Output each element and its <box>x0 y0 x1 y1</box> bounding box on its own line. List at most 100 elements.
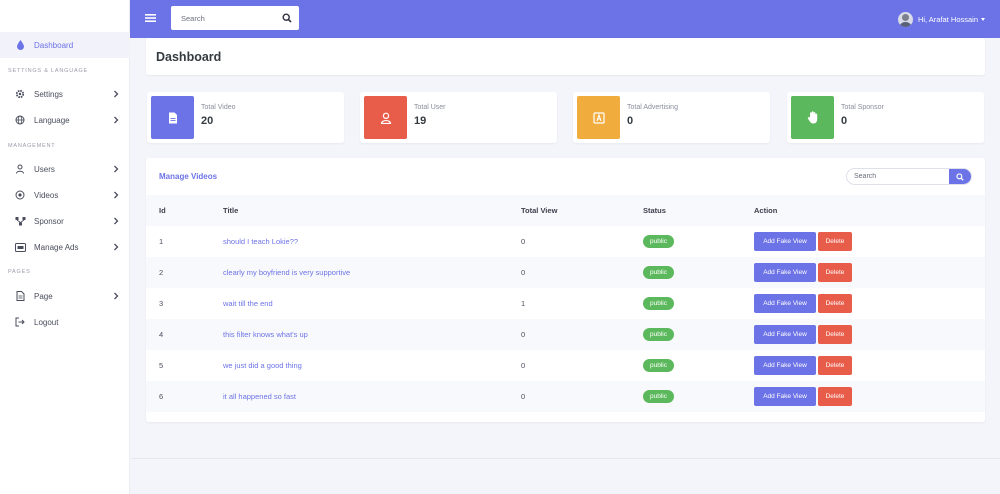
sidebar-section-settings: SETTINGS & LANGUAGE <box>8 68 88 74</box>
sidebar-item-label: Page <box>34 291 53 301</box>
sidebar-item-manage-ads[interactable]: Manage Ads <box>0 234 130 260</box>
hand-icon <box>807 111 817 124</box>
column-header: Status <box>643 206 666 215</box>
stat-label: Total User <box>414 104 446 111</box>
stat-icon-box <box>577 96 620 139</box>
stat-icon-box <box>791 96 834 139</box>
table-search-input[interactable] <box>847 169 947 184</box>
page-title: Dashboard <box>156 50 222 64</box>
sidebar-item-page[interactable]: Page <box>0 283 130 309</box>
add-fake-view-button[interactable]: Add Fake View <box>754 356 816 375</box>
user-icon <box>14 163 26 175</box>
sidebar-item-label: Dashboard <box>34 40 74 50</box>
cell-views: 0 <box>521 268 526 277</box>
topbar: Hi, Arafat Hossain <box>130 0 1000 38</box>
table-row: 4 this filter knows what's up 0 public A… <box>146 319 985 350</box>
stat-value: 0 <box>841 115 848 127</box>
search-icon[interactable] <box>282 13 292 23</box>
sidebar-item-dashboard[interactable]: Dashboard <box>0 32 130 58</box>
status-badge: public <box>643 266 674 279</box>
footer-divider <box>131 458 1000 459</box>
delete-button[interactable]: Delete <box>818 387 852 406</box>
cell-views: 0 <box>521 330 526 339</box>
table-search-button[interactable] <box>949 169 971 184</box>
sidebar-item-language[interactable]: Language <box>0 107 130 133</box>
stat-card-total-advertising: Total Advertising 0 <box>573 92 770 143</box>
table-row: 3 wait till the end 1 public Add Fake Vi… <box>146 288 985 319</box>
video-title-link[interactable]: it all happened so fast <box>223 392 296 401</box>
table-search-box <box>846 168 972 185</box>
video-title-link[interactable]: clearly my boyfriend is very supportive <box>223 268 350 277</box>
stat-label: Total Sponsor <box>841 104 884 111</box>
video-title-link[interactable]: wait till the end <box>223 299 273 308</box>
table-row: 6 it all happened so fast 0 public Add F… <box>146 381 985 412</box>
sidebar-item-label: Manage Ads <box>34 242 79 252</box>
sidebar-item-sponsor[interactable]: Sponsor <box>0 208 130 234</box>
status-badge: public <box>643 359 674 372</box>
delete-button[interactable]: Delete <box>818 325 852 344</box>
sidebar-item-label: Settings <box>34 89 63 99</box>
menu-icon[interactable] <box>145 13 156 23</box>
sidebar: Dashboard SETTINGS & LANGUAGE Settings L… <box>0 0 130 494</box>
sidebar-item-label: Language <box>34 115 70 125</box>
table-row: 2 clearly my boyfriend is very supportiv… <box>146 257 985 288</box>
status-badge: public <box>643 235 674 248</box>
video-title-link[interactable]: should I teach Lokie?? <box>223 237 298 246</box>
cell-id: 4 <box>159 330 164 339</box>
manage-videos-card: Manage Videos Id Title Total View Status… <box>146 158 985 422</box>
sidebar-section-management: MANAGEMENT <box>8 143 56 149</box>
network-icon <box>14 215 26 227</box>
cell-id: 6 <box>159 392 164 401</box>
stat-value: 0 <box>627 115 634 127</box>
sidebar-item-logout[interactable]: Logout <box>0 309 130 335</box>
cell-id: 5 <box>159 361 164 370</box>
delete-button[interactable]: Delete <box>818 294 852 313</box>
stat-card-total-sponsor: Total Sponsor 0 <box>787 92 984 143</box>
sidebar-item-users[interactable]: Users <box>0 156 130 182</box>
add-fake-view-button[interactable]: Add Fake View <box>754 325 816 344</box>
user-menu[interactable]: Hi, Arafat Hossain <box>897 11 985 27</box>
add-fake-view-button[interactable]: Add Fake View <box>754 387 816 406</box>
stat-card-total-video: Total Video 20 <box>147 92 344 143</box>
column-header: Action <box>754 206 778 215</box>
cell-id: 2 <box>159 268 164 277</box>
column-header: Id <box>159 206 166 215</box>
cell-views: 0 <box>521 237 526 246</box>
chevron-right-icon <box>114 116 119 124</box>
sidebar-item-videos[interactable]: Videos <box>0 182 130 208</box>
add-fake-view-button[interactable]: Add Fake View <box>754 263 816 282</box>
delete-button[interactable]: Delete <box>818 263 852 282</box>
search-input[interactable] <box>171 6 271 30</box>
stat-value: 19 <box>414 115 427 127</box>
column-header: Title <box>223 206 239 215</box>
video-title-link[interactable]: we just did a good thing <box>223 361 302 370</box>
delete-button[interactable]: Delete <box>818 356 852 375</box>
chevron-right-icon <box>114 165 119 173</box>
status-badge: public <box>643 297 674 310</box>
caret-down-icon <box>981 17 985 21</box>
sidebar-item-label: Logout <box>34 317 59 327</box>
chevron-right-icon <box>114 90 119 98</box>
cell-id: 3 <box>159 299 164 308</box>
file-icon <box>168 112 177 123</box>
page-header: Dashboard <box>146 38 985 75</box>
ad-card-icon <box>14 241 26 253</box>
card-title: Manage Videos <box>159 172 218 181</box>
chevron-right-icon <box>114 191 119 199</box>
globe-icon <box>14 114 26 126</box>
logout-icon <box>14 316 26 328</box>
gear-icon <box>14 88 26 100</box>
drop-icon <box>14 39 26 51</box>
stat-card-total-user: Total User 19 <box>360 92 557 143</box>
add-fake-view-button[interactable]: Add Fake View <box>754 232 816 251</box>
stat-label: Total Video <box>201 104 236 111</box>
sidebar-item-label: Users <box>34 164 55 174</box>
stat-icon-box <box>151 96 194 139</box>
avatar <box>897 11 913 27</box>
file-icon <box>14 290 26 302</box>
ad-icon <box>592 111 605 124</box>
delete-button[interactable]: Delete <box>818 232 852 251</box>
sidebar-item-settings[interactable]: Settings <box>0 81 130 107</box>
video-title-link[interactable]: this filter knows what's up <box>223 330 308 339</box>
add-fake-view-button[interactable]: Add Fake View <box>754 294 816 313</box>
